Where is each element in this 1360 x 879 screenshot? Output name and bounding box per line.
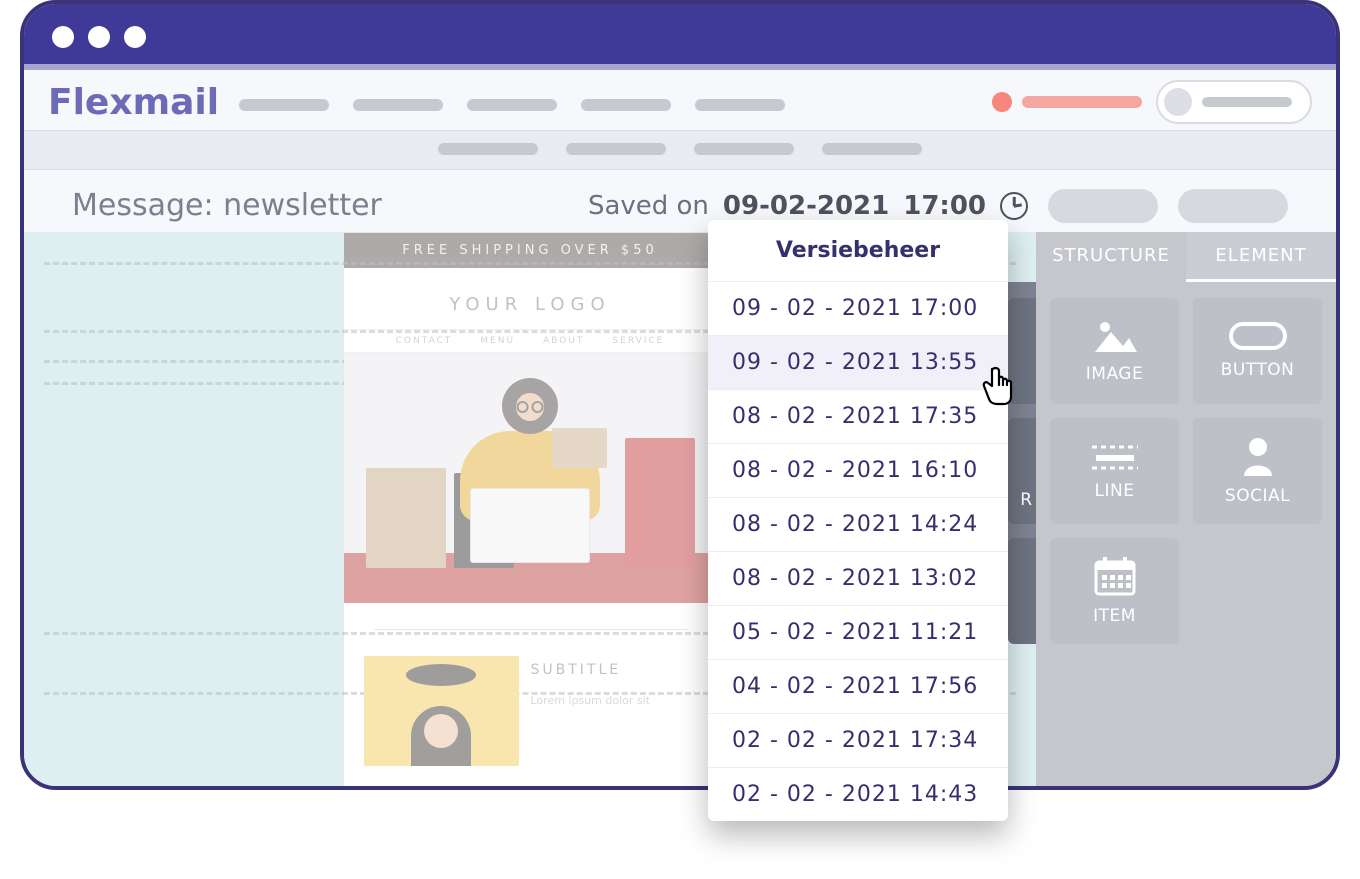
version-item[interactable]: 08 - 02 - 2021 13:02 [708,551,1008,605]
version-item[interactable]: 09 - 02 - 2021 17:00 [708,281,1008,335]
brand-logo: Flexmail [48,82,219,123]
version-item[interactable]: 02 - 02 - 2021 14:43 [708,767,1008,821]
email-content-row[interactable]: SUBTITLE Lorem ipsum dolor sit [344,656,717,786]
page-title-value: newsletter [223,188,382,223]
email-menu-item[interactable]: ABOUT [543,336,584,346]
page-header: Message: newsletter Saved on 09-02-2021 … [24,170,1336,241]
element-social[interactable]: SOCIAL [1193,418,1322,524]
email-preview[interactable]: FREE SHIPPING OVER $50 YOUR LOGO CONTACT… [343,232,718,786]
saved-indicator[interactable]: Saved on 09-02-2021 17:00 [588,191,1028,221]
email-logo[interactable]: YOUR LOGO [344,268,717,329]
secondary-nav [24,130,1336,170]
version-history-dropdown: Versiebeheer 09 - 02 - 2021 17:0009 - 02… [708,220,1008,821]
element-label: IMAGE [1086,364,1143,384]
app-window: Flexmail Message: newsle [20,0,1340,790]
nav-item[interactable] [467,99,557,111]
element-label: LINE [1095,481,1135,501]
user-name [1202,97,1292,107]
image-icon [1093,318,1137,354]
window-titlebar [24,4,1336,70]
element-tile-partial[interactable] [1008,538,1036,644]
email-text-block[interactable]: SUBTITLE Lorem ipsum dolor sit [519,656,663,766]
thumb-hat-icon [406,664,476,686]
version-item[interactable]: 09 - 02 - 2021 13:55 [708,335,1008,389]
page-title: Message: newsletter [72,188,568,223]
saved-date: 09-02-2021 [723,191,889,221]
email-menu-item[interactable]: SERVICE [612,336,664,346]
version-history-title: Versiebeheer [708,220,1008,281]
version-list: 09 - 02 - 2021 17:0009 - 02 - 2021 13:55… [708,281,1008,821]
email-menu-item[interactable]: MENU [480,336,515,346]
element-label: SOCIAL [1225,486,1290,506]
sub-nav-item[interactable] [822,143,922,155]
version-item[interactable]: 08 - 02 - 2021 17:35 [708,389,1008,443]
email-body-text[interactable]: Lorem ipsum dolor sit [531,694,651,707]
saved-time: 17:00 [903,191,986,221]
alert-dot-icon [992,92,1012,112]
thumb-face [424,714,458,748]
nav-item[interactable] [581,99,671,111]
version-item[interactable]: 04 - 02 - 2021 17:56 [708,659,1008,713]
window-dot[interactable] [52,26,74,48]
action-pill[interactable] [1178,189,1288,223]
page-title-prefix: Message: [72,188,214,223]
person-icon [1240,436,1276,476]
email-hero-image[interactable] [344,353,717,603]
elements-grid: IMAGE BUTTON LINE SOCIAL [1036,282,1336,660]
alert-chip[interactable] [992,92,1142,112]
nav-item[interactable] [353,99,443,111]
element-image[interactable]: IMAGE [1050,298,1179,404]
button-icon [1229,322,1287,350]
calendar-icon [1094,556,1136,596]
hero-glasses-icon [517,401,544,413]
action-pill[interactable] [1048,189,1158,223]
sub-nav-item[interactable] [566,143,666,155]
element-button[interactable]: BUTTON [1193,298,1322,404]
window-dot[interactable] [88,26,110,48]
element-label-partial: R [1020,490,1032,510]
version-item[interactable]: 08 - 02 - 2021 14:24 [708,497,1008,551]
panel-peek: R [1008,282,1036,624]
version-item[interactable]: 08 - 02 - 2021 16:10 [708,443,1008,497]
element-item[interactable]: ITEM [1050,538,1179,644]
avatar-icon [1164,88,1192,116]
element-tile-partial[interactable]: R [1008,418,1036,524]
alert-label [1022,96,1142,108]
elements-panel: STRUCTURE ELEMENT IMAGE BUTTON [1036,232,1336,786]
primary-nav [239,99,972,111]
editor-main: FREE SHIPPING OVER $50 YOUR LOGO CONTACT… [24,232,1336,786]
pointer-cursor-icon [980,366,1014,406]
window-dot[interactable] [124,26,146,48]
element-label: ITEM [1093,606,1136,626]
version-item[interactable]: 05 - 02 - 2021 11:21 [708,605,1008,659]
element-line[interactable]: LINE [1050,418,1179,524]
history-clock-icon[interactable] [1000,192,1028,220]
nav-item[interactable] [695,99,785,111]
line-icon [1090,441,1140,471]
nav-item[interactable] [239,99,329,111]
user-menu[interactable] [1156,80,1312,124]
app-bar: Flexmail [24,70,1336,130]
version-item[interactable]: 02 - 02 - 2021 17:34 [708,713,1008,767]
element-label: BUTTON [1221,360,1295,380]
saved-prefix: Saved on [588,191,709,221]
email-menu-item[interactable]: CONTACT [396,336,453,346]
header-actions [992,80,1312,124]
email-divider[interactable] [374,629,687,630]
hero-shopping-bag-icon [366,468,446,568]
email-subtitle[interactable]: SUBTITLE [531,662,651,678]
sub-nav-item[interactable] [438,143,538,155]
sub-nav-item[interactable] [694,143,794,155]
hero-laptop-icon [470,488,590,563]
hero-box-icon [552,428,607,468]
hero-shopping-bag-icon [625,438,695,568]
email-thumbnail[interactable] [364,656,519,766]
